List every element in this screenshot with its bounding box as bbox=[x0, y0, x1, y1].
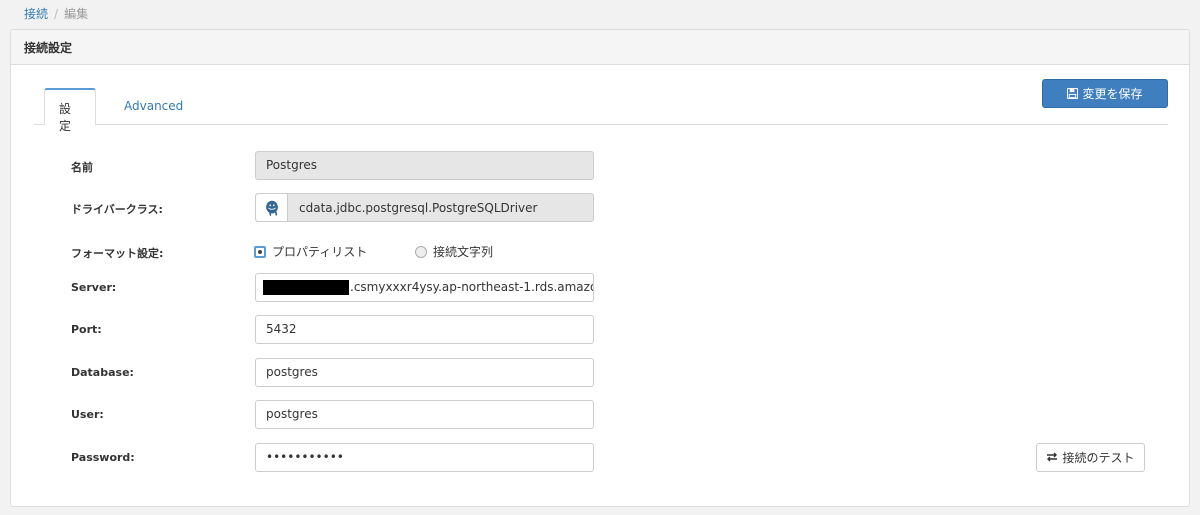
test-connection-label: 接続のテスト bbox=[1062, 451, 1135, 465]
postgresql-elephant-icon bbox=[256, 194, 288, 221]
driver-row: ドライバークラス: cdata.jdbc.postgresql.PostgreS… bbox=[11, 193, 1191, 223]
password-label: Password: bbox=[71, 451, 135, 464]
name-row: 名前 Postgres bbox=[11, 151, 1191, 181]
format-option-connection-string[interactable]: 接続文字列 bbox=[415, 243, 493, 260]
breadcrumb: 接続 / 編集 bbox=[24, 5, 88, 22]
server-value: .csmyxxxr4ysy.ap-northeast-1.rds.amazona… bbox=[350, 280, 593, 294]
exchange-arrows-icon bbox=[1046, 451, 1058, 465]
radio-checked-icon[interactable] bbox=[254, 245, 266, 258]
format-option-property-list-label: プロパティリスト bbox=[272, 245, 368, 259]
breadcrumb-link-connections[interactable]: 接続 bbox=[24, 7, 48, 21]
tab-advanced[interactable]: Advanced bbox=[109, 88, 198, 125]
tab-bar: 設定 Advanced bbox=[34, 88, 1168, 133]
port-row: Port: 5432 bbox=[11, 315, 1191, 345]
driver-label: ドライバークラス: bbox=[71, 203, 163, 216]
breadcrumb-current: 編集 bbox=[64, 7, 89, 21]
format-option-property-list[interactable]: プロパティリスト bbox=[254, 243, 415, 260]
database-input[interactable]: postgres bbox=[255, 358, 594, 387]
port-label: Port: bbox=[71, 323, 102, 336]
redacted-block bbox=[263, 280, 349, 295]
format-radio-group: プロパティリスト 接続文字列 bbox=[254, 243, 493, 260]
name-label: 名前 bbox=[71, 161, 93, 174]
driver-class-field[interactable]: cdata.jdbc.postgresql.PostgreSQLDriver bbox=[255, 193, 594, 222]
user-label: User: bbox=[71, 408, 104, 421]
server-row: Server: .csmyxxxr4ysy.ap-northeast-1.rds… bbox=[11, 273, 1191, 303]
format-row: フォーマット設定: プロパティリスト 接続文字列 bbox=[11, 237, 1191, 267]
database-row: Database: postgres bbox=[11, 358, 1191, 388]
format-label: フォーマット設定: bbox=[71, 247, 164, 260]
port-input[interactable]: 5432 bbox=[255, 315, 594, 344]
radio-unchecked-icon[interactable] bbox=[415, 245, 427, 258]
user-input[interactable]: postgres bbox=[255, 400, 594, 429]
server-input[interactable]: .csmyxxxr4ysy.ap-northeast-1.rds.amazona… bbox=[255, 273, 594, 302]
driver-class-value: cdata.jdbc.postgresql.PostgreSQLDriver bbox=[299, 200, 538, 215]
password-row: Password: ••••••••••• 接続のテスト bbox=[11, 443, 1191, 473]
name-field[interactable]: Postgres bbox=[255, 151, 594, 180]
user-row: User: postgres bbox=[11, 400, 1191, 430]
tab-settings[interactable]: 設定 bbox=[44, 88, 96, 133]
panel-title: 接続設定 bbox=[11, 30, 1189, 65]
server-label: Server: bbox=[71, 281, 117, 294]
database-label: Database: bbox=[71, 366, 134, 379]
breadcrumb-separator: / bbox=[54, 7, 59, 21]
connection-settings-panel: 接続設定 変更を保存 設定 Advanced 名前 Postgres ドライバー… bbox=[10, 29, 1190, 507]
format-option-connection-string-label: 接続文字列 bbox=[433, 245, 494, 259]
test-connection-button[interactable]: 接続のテスト bbox=[1036, 443, 1145, 472]
password-input[interactable]: ••••••••••• bbox=[255, 443, 594, 472]
